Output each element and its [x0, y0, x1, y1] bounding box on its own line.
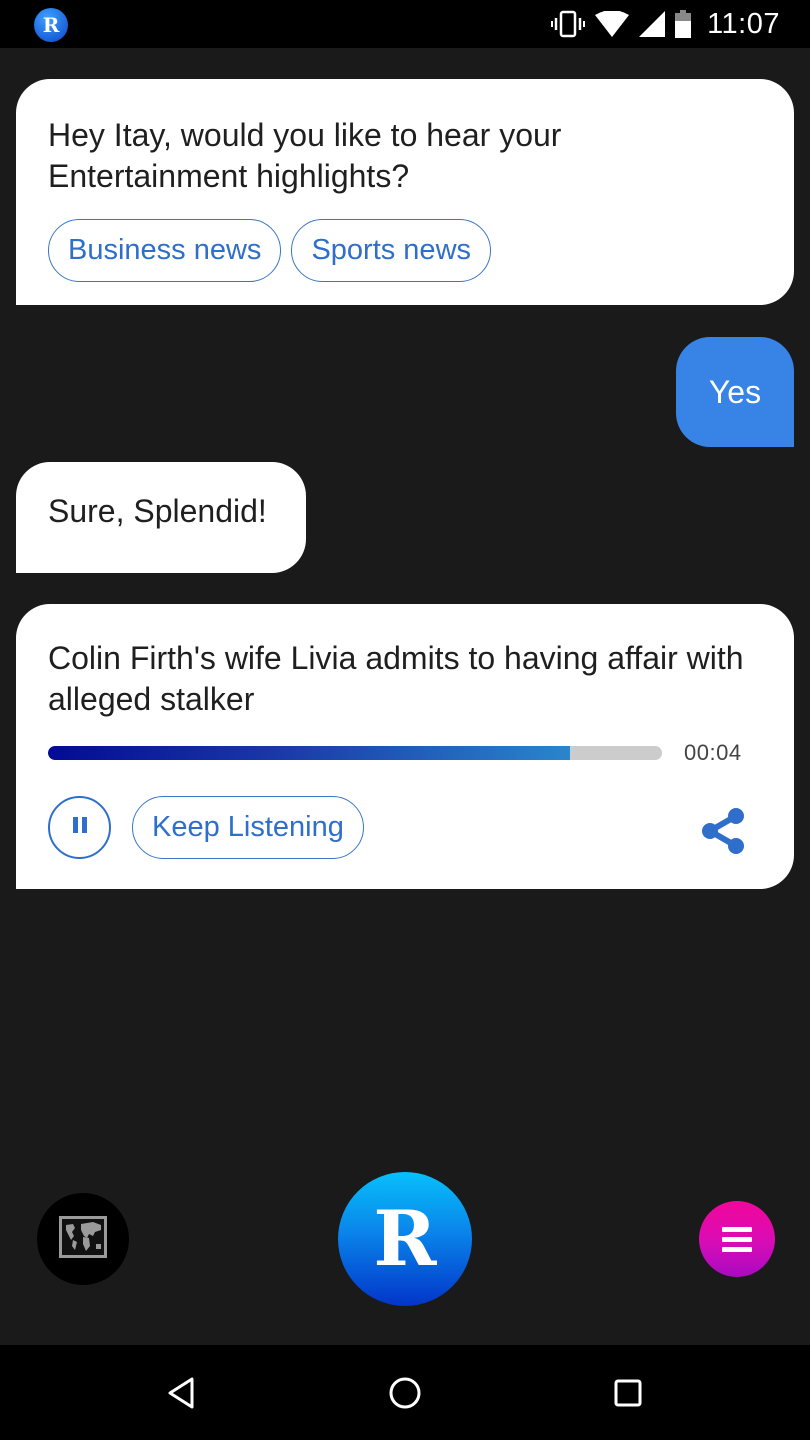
vibrate-icon [551, 10, 586, 38]
battery-icon [675, 10, 692, 38]
greeting-bubble: Hey Itay, would you like to hear your En… [16, 79, 794, 305]
pause-icon [70, 815, 90, 840]
user-reply-bubble: Yes [676, 337, 794, 447]
news-player-card: Colin Firth's wife Livia admits to havin… [16, 604, 794, 889]
status-bar: R 11:07 [0, 0, 810, 48]
back-button[interactable] [161, 1375, 201, 1415]
progress-bar[interactable] [48, 746, 662, 760]
hamburger-menu-icon-line [722, 1236, 752, 1242]
main-assistant-button[interactable]: R [338, 1172, 472, 1306]
greeting-text: Hey Itay, would you like to hear your En… [48, 117, 562, 194]
bot-reply-text: Sure, Splendid! [48, 493, 267, 529]
progress-fill [48, 746, 570, 760]
pause-button[interactable] [48, 796, 111, 859]
bot-reply-bubble: Sure, Splendid! [16, 462, 306, 573]
status-icons: 11:07 [551, 0, 780, 48]
navigation-bar [0, 1345, 810, 1440]
progress-row: 00:04 [48, 740, 762, 766]
recents-button[interactable] [608, 1375, 648, 1415]
player-controls: Keep Listening [48, 796, 762, 859]
conversation-area: Hey Itay, would you like to hear your En… [0, 48, 810, 1345]
hamburger-menu-icon-line [722, 1246, 752, 1252]
suggestion-chips: Business news Sports news [48, 219, 762, 282]
keep-listening-button[interactable]: Keep Listening [132, 796, 364, 859]
back-icon [166, 1376, 196, 1415]
menu-button[interactable] [699, 1201, 775, 1277]
world-map-icon [59, 1215, 107, 1263]
app-notification-icon: R [34, 8, 68, 42]
map-button[interactable] [37, 1193, 129, 1285]
home-icon [387, 1375, 423, 1416]
elapsed-time: 00:04 [684, 740, 742, 765]
news-headline: Colin Firth's wife Livia admits to havin… [48, 640, 744, 717]
business-news-chip[interactable]: Business news [48, 219, 282, 282]
signal-icon [639, 11, 666, 37]
recents-icon [613, 1378, 643, 1413]
clock: 11:07 [707, 7, 780, 40]
share-button[interactable] [698, 806, 748, 861]
sports-news-chip[interactable]: Sports news [291, 219, 492, 282]
hamburger-menu-icon [722, 1226, 752, 1232]
wifi-icon [595, 11, 630, 37]
bottom-controls: R [0, 1168, 810, 1328]
home-button[interactable] [385, 1375, 425, 1415]
share-icon [698, 808, 748, 860]
